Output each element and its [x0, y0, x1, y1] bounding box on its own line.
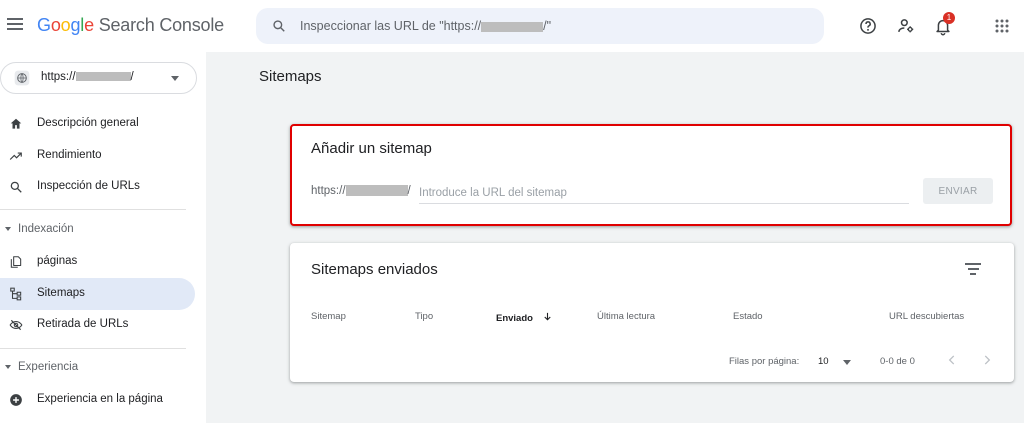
filter-line: [967, 268, 979, 270]
app-logo[interactable]: Google Search Console: [37, 15, 224, 36]
filter-line: [970, 273, 976, 275]
sidebar-item-pages[interactable]: páginas: [0, 246, 195, 278]
property-url-prefix: https://: [41, 71, 76, 83]
arrow-down-icon: [543, 312, 551, 321]
main-content: Sitemaps Añadir un sitemap https:// / ENV…: [206, 52, 1024, 423]
add-sitemap-card: Añadir un sitemap https:// / ENVIAR: [290, 124, 1012, 226]
add-sitemap-title: Añadir un sitemap: [311, 140, 432, 157]
redacted-domain: [481, 21, 544, 32]
search-icon: [10, 181, 22, 193]
divider: [0, 348, 186, 349]
column-header-status[interactable]: Estado: [733, 311, 763, 322]
next-page-icon[interactable]: [980, 353, 994, 367]
section-label: Indexación: [18, 223, 74, 235]
prefix-end: /: [407, 185, 411, 197]
column-header-discovered-urls[interactable]: URL descubiertas: [889, 311, 964, 322]
sitemap-url-input[interactable]: [419, 182, 909, 204]
submit-sitemap-button[interactable]: ENVIAR: [923, 178, 993, 204]
previous-page-icon[interactable]: [945, 353, 959, 367]
google-logo: Google: [37, 15, 94, 35]
redacted-domain: [345, 185, 408, 197]
column-header-label: Enviado: [496, 313, 533, 324]
collapse-triangle-icon: [5, 365, 11, 369]
collapse-triangle-icon: [5, 227, 11, 231]
sidebar: https:// / Descripción general Rendimient…: [0, 52, 206, 423]
filter-line: [965, 263, 981, 265]
chevron-down-icon: [171, 76, 179, 81]
sidebar-item-performance[interactable]: Rendimiento: [0, 140, 195, 172]
app-header: Google Search Console Inspeccionar las U…: [0, 0, 1024, 52]
column-header-submitted[interactable]: Enviado: [496, 311, 553, 324]
filter-icon[interactable]: [965, 263, 981, 275]
page-title: Sitemaps: [259, 68, 322, 85]
product-name: Search Console: [98, 15, 224, 35]
sitemap-icon: [10, 287, 22, 301]
file-copy-icon: [10, 256, 22, 268]
add-circle-icon: [10, 394, 22, 406]
property-selector[interactable]: https:// /: [0, 62, 197, 94]
sidebar-item-page-experience[interactable]: Experiencia en la página: [0, 384, 195, 416]
column-header-type[interactable]: Tipo: [415, 311, 433, 322]
rows-per-page-value: 10: [818, 356, 829, 367]
logo-letter: g: [70, 15, 81, 35]
logo-letter: o: [50, 15, 61, 35]
help-icon[interactable]: [858, 16, 878, 36]
section-header-experience[interactable]: Experiencia: [0, 356, 200, 380]
logo-letter: o: [60, 15, 71, 35]
sidebar-item-label: Experiencia en la página: [37, 393, 163, 405]
notification-count-badge: 1: [943, 12, 955, 24]
url-inspection-search[interactable]: Inspeccionar las URL de "https:// /": [256, 8, 824, 44]
rows-per-page-label: Filas por página:: [729, 356, 800, 367]
pagination-range: 0-0 de 0: [880, 356, 915, 367]
chevron-down-icon: [843, 360, 851, 365]
submitted-sitemaps-title: Sitemaps enviados: [311, 261, 438, 278]
sitemap-url-prefix: https:// /: [311, 185, 411, 197]
search-icon: [273, 20, 285, 32]
sidebar-item-label: Rendimiento: [37, 149, 102, 161]
column-header-last-read[interactable]: Última lectura: [597, 311, 655, 322]
column-header-sitemap[interactable]: Sitemap: [311, 311, 346, 322]
property-url: https:// /: [41, 71, 134, 83]
section-label: Experiencia: [18, 361, 79, 373]
home-icon: [10, 118, 22, 129]
search-suffix: /": [543, 19, 552, 33]
trending-up-icon: [9, 152, 22, 160]
manage-users-icon[interactable]: [896, 16, 916, 36]
apps-grid-icon[interactable]: [992, 16, 1012, 36]
sidebar-item-label: Retirada de URLs: [37, 318, 129, 330]
sidebar-item-url-inspection[interactable]: Inspección de URLs: [0, 171, 195, 203]
submitted-sitemaps-card: Sitemaps enviados Sitemap Tipo Enviado Ú…: [290, 243, 1014, 382]
sidebar-item-label: páginas: [37, 255, 78, 267]
visibility-off-icon: [9, 319, 23, 331]
redacted-domain: [75, 72, 131, 82]
section-header-indexing[interactable]: Indexación: [0, 218, 200, 242]
sidebar-item-overview[interactable]: Descripción general: [0, 108, 195, 140]
rows-per-page-select[interactable]: 10: [818, 352, 856, 370]
search-placeholder[interactable]: Inspeccionar las URL de "https:// /": [300, 19, 551, 33]
sidebar-item-sitemaps[interactable]: Sitemaps: [0, 278, 195, 310]
divider: [0, 209, 186, 210]
sidebar-item-label: Sitemaps: [37, 287, 85, 299]
prefix-start: https://: [311, 185, 346, 197]
logo-letter: G: [37, 15, 51, 35]
globe-icon: [14, 70, 30, 86]
hamburger-menu-icon[interactable]: [7, 18, 23, 32]
sidebar-item-removals[interactable]: Retirada de URLs: [0, 309, 195, 341]
sidebar-item-label: Inspección de URLs: [37, 180, 140, 192]
property-url-suffix: /: [130, 71, 134, 83]
sidebar-item-label: Descripción general: [37, 117, 139, 129]
logo-letter: e: [84, 15, 94, 35]
search-prefix: Inspeccionar las URL de "https://: [300, 19, 482, 33]
